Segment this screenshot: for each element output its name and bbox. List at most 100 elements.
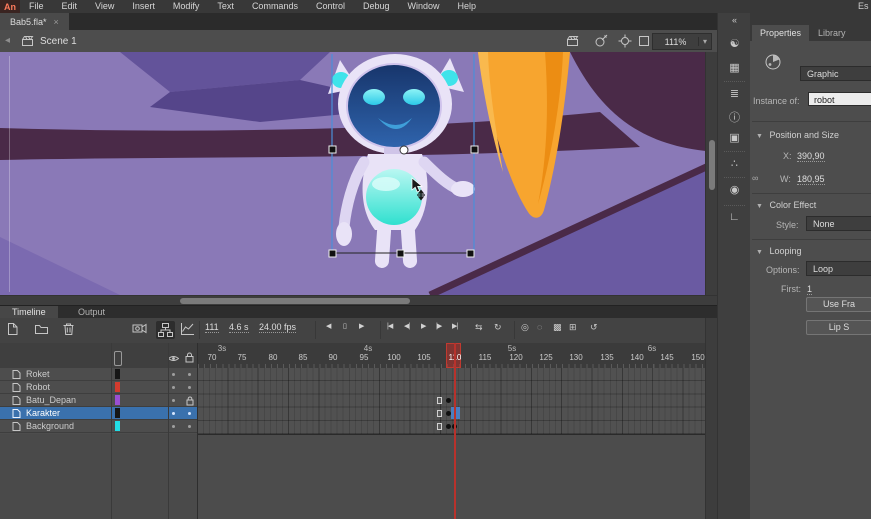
use-frame-picker-button[interactable]: Use Fra (806, 297, 871, 312)
center-frame-button[interactable]: ⇆ (475, 322, 483, 333)
menu-insert[interactable]: Insert (123, 0, 164, 13)
tab-properties[interactable]: Properties (752, 25, 809, 41)
info-panel-icon[interactable]: ⓘ (718, 109, 751, 125)
menu-control[interactable]: Control (307, 0, 354, 13)
clip-content-icon[interactable] (638, 35, 650, 47)
tab-library[interactable]: Library (818, 25, 846, 41)
layer-visibility-dot[interactable] (172, 412, 175, 415)
cc-libraries-panel-icon[interactable]: ◉ (718, 183, 751, 196)
show-parenting-button[interactable] (156, 321, 175, 339)
layer-lock-dot[interactable] (188, 373, 191, 376)
frame-rate-field[interactable]: 24.00 fps (259, 322, 296, 333)
link-width-height-icon[interactable]: ∞ (752, 173, 758, 183)
instance-name-input[interactable]: robot (808, 92, 871, 106)
close-icon[interactable]: × (54, 17, 59, 27)
delete-layer-button[interactable] (62, 322, 75, 336)
play-button[interactable]: ▶ (421, 322, 425, 330)
layer-color-swatch[interactable] (115, 395, 120, 405)
color-panel-icon[interactable]: ☯ (718, 37, 751, 50)
keyframe-dot[interactable] (446, 398, 451, 403)
edit-multiple-frames-button[interactable]: ▩ (553, 322, 562, 333)
layer-lock-dot[interactable] (188, 412, 191, 415)
elapsed-time-field[interactable]: 4.6 s (229, 322, 249, 333)
w-value[interactable]: 180,95 (797, 174, 825, 185)
new-folder-button[interactable] (34, 322, 49, 335)
step-forward-button[interactable]: ▶ (359, 322, 363, 330)
previous-frame-button[interactable]: ◀| (404, 322, 409, 330)
menu-text[interactable]: Text (208, 0, 243, 13)
goto-last-frame-button[interactable]: ▶| (452, 322, 457, 330)
playhead-line[interactable] (454, 343, 456, 519)
keyframe-dot[interactable] (446, 411, 451, 416)
current-frame-field[interactable]: 111 (205, 322, 219, 333)
loop-options-dropdown[interactable]: Loop (806, 261, 871, 276)
frame-end-marker[interactable] (437, 423, 442, 430)
frame-end-marker[interactable] (437, 410, 442, 417)
step-back-button[interactable]: ◀ (326, 322, 330, 330)
menu-window[interactable]: Window (399, 0, 449, 13)
edit-symbols-icon[interactable] (594, 34, 609, 48)
layer-name[interactable]: Batu_Depan (26, 394, 76, 406)
transform-point[interactable] (400, 146, 408, 154)
layer-visibility-dot[interactable] (172, 399, 175, 402)
align-panel-icon[interactable]: ≣ (718, 87, 751, 100)
section-position-size[interactable]: ▼ Position and Size (756, 130, 839, 140)
lock-icon[interactable] (185, 352, 194, 363)
outline-color-column-icon[interactable] (114, 351, 122, 366)
new-layer-button[interactable] (6, 322, 20, 336)
motion-editor-panel-icon[interactable]: ∟ (718, 211, 751, 223)
swatches-panel-icon[interactable]: ▦ (718, 61, 751, 74)
layer-color-swatch[interactable] (115, 369, 120, 379)
camera-button[interactable] (132, 322, 148, 335)
document-tab[interactable]: Bab5.fla* × (0, 13, 69, 30)
x-value[interactable]: 390,90 (797, 151, 825, 162)
eye-icon[interactable] (168, 354, 179, 363)
center-stage-icon[interactable] (618, 34, 632, 48)
frames-area-empty[interactable] (198, 434, 705, 519)
layer-lock-dot[interactable] (188, 386, 191, 389)
layer-visibility-dot[interactable] (172, 386, 175, 389)
layer-name[interactable]: Robot (26, 381, 50, 393)
graph-editor-button[interactable] (180, 322, 195, 336)
first-frame-value[interactable]: 1 (807, 284, 812, 295)
layer-visibility-dot[interactable] (172, 425, 175, 428)
menu-file[interactable]: File (20, 0, 53, 13)
onion-outlines-button[interactable]: ◌ (537, 322, 542, 332)
layer-color-swatch[interactable] (115, 408, 120, 418)
style-dropdown[interactable]: None (806, 216, 871, 231)
onion-skin-button[interactable]: ◎ (521, 322, 529, 333)
section-color-effect[interactable]: ▼ Color Effect (756, 200, 816, 210)
layer-name[interactable]: Background (26, 420, 74, 432)
menu-commands[interactable]: Commands (243, 0, 307, 13)
edit-scene-icon[interactable] (566, 35, 580, 48)
layer-color-swatch[interactable] (115, 382, 120, 392)
loop-playback-button[interactable]: ↻ (494, 322, 502, 333)
timeline-ruler[interactable]: 3s 4s 5s 6s 70 75 80 85 90 95 100 105 11… (198, 343, 705, 368)
scrollbar-thumb[interactable] (709, 140, 715, 190)
layer-name[interactable]: Roket (26, 368, 50, 380)
workspace-switcher[interactable]: Es (858, 0, 871, 13)
layer-color-swatch[interactable] (115, 421, 120, 431)
scene-name[interactable]: Scene 1 (40, 36, 77, 47)
next-frame-button[interactable]: |▶ (436, 322, 441, 330)
layer-visibility-dot[interactable] (172, 373, 175, 376)
lip-syncing-button[interactable]: Lip S (806, 320, 871, 335)
menu-help[interactable]: Help (449, 0, 486, 13)
stage-canvas[interactable] (0, 52, 717, 295)
menu-modify[interactable]: Modify (164, 0, 209, 13)
menu-debug[interactable]: Debug (354, 0, 399, 13)
layer-lock-dot[interactable] (188, 425, 191, 428)
layer-locked-icon[interactable] (186, 396, 194, 406)
keyframe-dot[interactable] (446, 424, 451, 429)
back-icon[interactable]: ◂ (5, 35, 10, 46)
symbol-type-dropdown[interactable]: Graphic (800, 66, 871, 81)
layer-name[interactable]: Karakter (26, 407, 60, 419)
menu-view[interactable]: View (86, 0, 123, 13)
stop-button[interactable]: ▯ (343, 322, 346, 330)
scrollbar-thumb[interactable] (180, 298, 410, 304)
frame-end-marker[interactable] (437, 397, 442, 404)
reset-timeline-zoom-button[interactable]: ↺ (590, 322, 598, 333)
modify-markers-button[interactable]: ⊞ (569, 322, 577, 333)
section-looping[interactable]: ▼ Looping (756, 246, 802, 256)
transform-panel-icon[interactable]: ▣ (718, 131, 751, 144)
